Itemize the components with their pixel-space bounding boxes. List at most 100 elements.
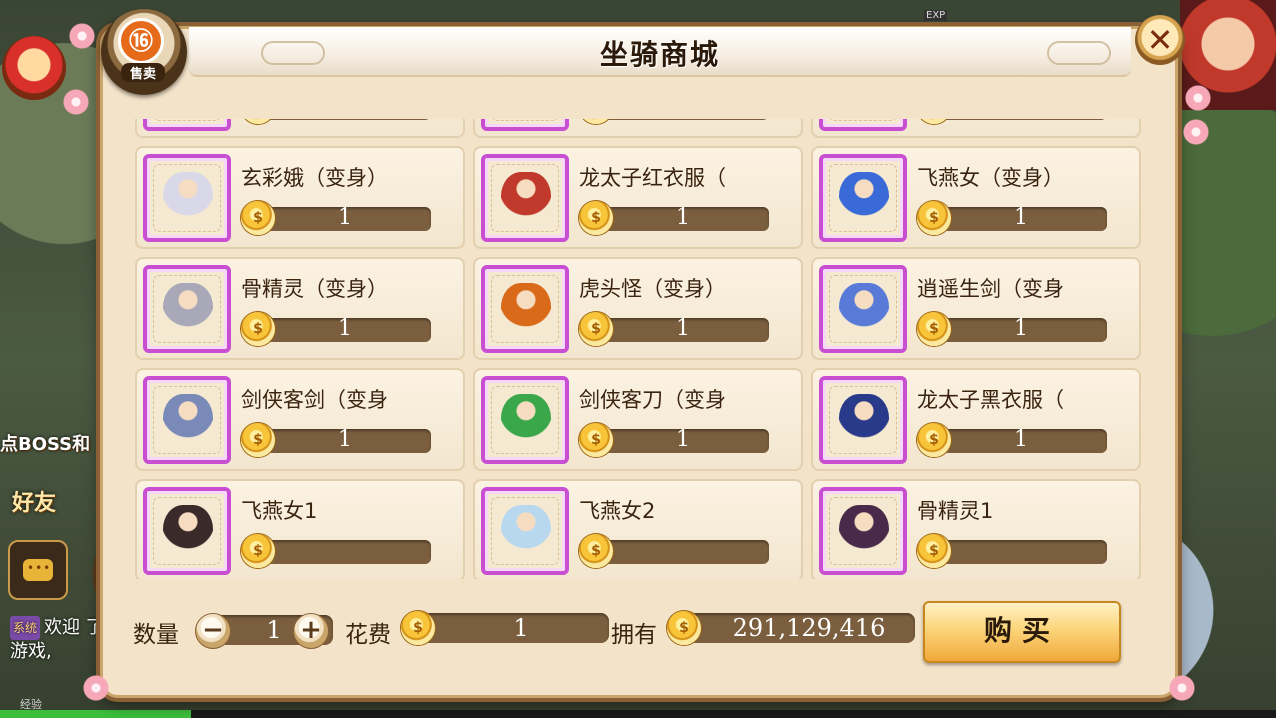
- character-figure-icon: [501, 172, 551, 232]
- item-price: $ 1: [579, 312, 769, 346]
- item-card[interactable]: 骨精灵（变身） $ 1: [135, 257, 465, 360]
- item-icon-frame: [481, 154, 569, 242]
- title-bar: 坐骑商城: [189, 27, 1131, 77]
- coin-icon: $: [241, 534, 275, 568]
- mascot-avatar[interactable]: [2, 36, 66, 100]
- sell-tab-button[interactable]: ⑯ 售卖: [101, 9, 187, 95]
- item-card[interactable]: 逍遥生剑（变身 $ 1: [811, 257, 1141, 360]
- chat-button[interactable]: [8, 540, 68, 600]
- price-track: [597, 540, 769, 564]
- cost-value: 1: [513, 614, 529, 642]
- item-icon-frame: [481, 119, 569, 131]
- item-icon-frame: [143, 487, 231, 575]
- item-name: 飞燕女2: [579, 499, 656, 523]
- item-icon-frame: [819, 376, 907, 464]
- exp-bar: [0, 710, 1276, 718]
- item-card[interactable]: $ 1: [811, 119, 1141, 138]
- buy-button[interactable]: 购买: [923, 601, 1121, 663]
- item-icon-frame: [819, 154, 907, 242]
- item-icon-frame: [819, 119, 907, 131]
- character-figure-icon: [163, 283, 213, 343]
- item-icon-frame: [481, 265, 569, 353]
- item-price-value: 1: [935, 119, 1107, 121]
- item-price: $ 1: [917, 119, 1107, 124]
- item-price: $: [241, 534, 431, 568]
- item-card[interactable]: 龙太子红衣服（ $ 1: [473, 146, 803, 249]
- item-price: $ 1: [579, 423, 769, 457]
- item-card[interactable]: 玄彩娥（变身） $ 1: [135, 146, 465, 249]
- character-figure-icon: [501, 505, 551, 565]
- item-card[interactable]: 飞燕女（变身） $ 1: [811, 146, 1141, 249]
- system-tag: 系统: [10, 616, 41, 640]
- flower-ornament: [63, 89, 89, 115]
- item-card[interactable]: $ 1: [473, 119, 803, 138]
- item-price-value: 1: [597, 119, 769, 121]
- mount-shop-panel: 坐骑商城 ⑯ 售卖 ✕ $ 1 $ 1: [63, 9, 1211, 701]
- item-price: $ 1: [241, 119, 431, 124]
- item-price-value: 1: [338, 316, 352, 341]
- item-price: $ 1: [917, 201, 1107, 235]
- character-figure-icon: [163, 505, 213, 565]
- item-card[interactable]: 骨精灵1 $: [811, 479, 1141, 579]
- coin-icon: $: [579, 534, 613, 568]
- character-figure-icon: [839, 505, 889, 565]
- flower-ornament: [1169, 675, 1195, 701]
- item-card[interactable]: 飞燕女2 $: [473, 479, 803, 579]
- shop-title: 坐骑商城: [599, 38, 720, 71]
- item-price: $ 1: [917, 312, 1107, 346]
- item-price: $: [579, 534, 769, 568]
- item-price-value: 1: [676, 205, 690, 230]
- top-exp-label: EXP: [924, 10, 948, 21]
- cost-label: 花费: [345, 622, 391, 648]
- cloud-ornament-right: [1047, 41, 1111, 65]
- item-price-value: 1: [1014, 427, 1028, 452]
- item-price: $ 1: [241, 312, 431, 346]
- flower-ornament: [69, 23, 95, 49]
- item-name: 玄彩娥（变身）: [241, 166, 388, 190]
- exp-label: 经验: [20, 698, 42, 711]
- item-card[interactable]: 虎头怪（变身） $ 1: [473, 257, 803, 360]
- item-price: $ 1: [917, 423, 1107, 457]
- item-price-value: 1: [1014, 205, 1028, 230]
- own-label: 拥有: [611, 622, 657, 648]
- character-figure-icon: [839, 394, 889, 454]
- boss-hint-text: 点BOSS和: [0, 434, 91, 455]
- item-name: 骨精灵（变身）: [241, 277, 388, 301]
- item-price: $ 1: [241, 201, 431, 235]
- item-name: 逍遥生剑（变身: [917, 277, 1064, 301]
- item-card[interactable]: 剑侠客剑（变身 $ 1: [135, 368, 465, 471]
- minus-button[interactable]: −: [195, 613, 231, 649]
- coin-icon: $: [917, 534, 951, 568]
- item-name: 飞燕女1: [241, 499, 318, 523]
- item-name: 飞燕女（变身）: [917, 166, 1064, 190]
- item-name: 龙太子红衣服（: [579, 166, 726, 190]
- item-icon-frame: [481, 487, 569, 575]
- item-name: 龙太子黑衣服（: [917, 388, 1064, 412]
- item-list-scroll[interactable]: $ 1 $ 1 $ 1 玄彩娥（变身） $ 1: [135, 119, 1141, 579]
- close-button[interactable]: ✕: [1135, 15, 1185, 65]
- item-card[interactable]: $ 1: [135, 119, 465, 138]
- flower-ornament: [83, 675, 109, 701]
- item-card[interactable]: 龙太子黑衣服（ $ 1: [811, 368, 1141, 471]
- item-price-value: 1: [259, 119, 431, 121]
- sell-coin-icon: ⑯: [118, 18, 164, 64]
- item-card[interactable]: 剑侠客刀（变身 $ 1: [473, 368, 803, 471]
- sell-label: 售卖: [121, 63, 165, 82]
- character-figure-icon: [501, 283, 551, 343]
- coin-icon: $: [667, 611, 701, 645]
- item-card[interactable]: 飞燕女1 $: [135, 479, 465, 579]
- character-figure-icon: [163, 394, 213, 454]
- character-figure-icon: [839, 119, 889, 121]
- item-price-value: 1: [676, 427, 690, 452]
- chat-bubble-icon: [23, 559, 53, 581]
- item-price-value: 1: [338, 205, 352, 230]
- price-track: [935, 540, 1107, 564]
- character-figure-icon: [501, 119, 551, 121]
- item-name: 骨精灵1: [917, 499, 994, 523]
- plus-button[interactable]: +: [293, 613, 329, 649]
- character-figure-icon: [839, 283, 889, 343]
- item-price: $ 1: [579, 119, 769, 124]
- item-price: $ 1: [579, 201, 769, 235]
- friend-button[interactable]: 好友: [12, 485, 56, 517]
- item-icon-frame: [143, 376, 231, 464]
